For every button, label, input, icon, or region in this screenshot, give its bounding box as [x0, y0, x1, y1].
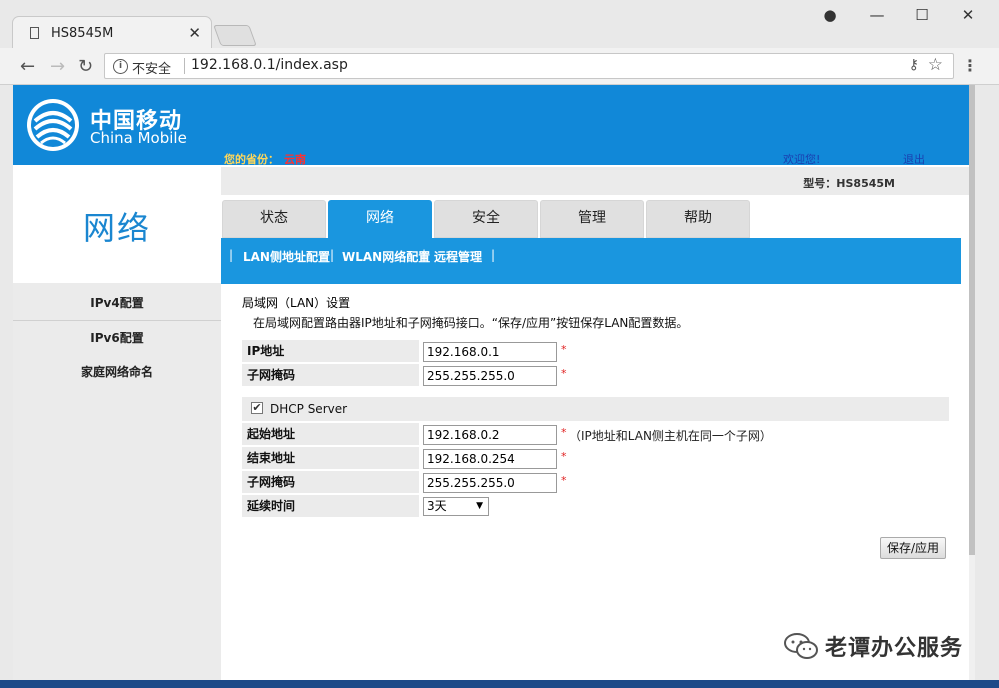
- menu-kebab-icon[interactable]: ⋮: [962, 56, 978, 75]
- start-address-label: 起始地址: [242, 423, 419, 445]
- tab-security[interactable]: 安全: [434, 200, 538, 238]
- scrollbar-thumb[interactable]: [969, 85, 975, 555]
- subnav-separator: |: [229, 248, 234, 262]
- new-tab-button[interactable]: [213, 25, 257, 46]
- end-address-input[interactable]: 192.168.0.254: [423, 449, 557, 469]
- page-viewport: 中国移动 China Mobile 您的省份： 云南 欢迎您! 退出 网络 IP…: [13, 85, 975, 680]
- tab-title: HS8545M: [51, 26, 114, 41]
- sub-navigation: | LAN侧地址配置 | WLAN网络配置 | 远程管理 |: [221, 238, 961, 284]
- section-description: 在局域网配置路由器IP地址和子网掩码接口。“保存/应用”按钮保存LAN配置数据。: [253, 316, 689, 330]
- key-icon[interactable]: ⚷: [909, 57, 919, 73]
- lease-time-select[interactable]: 3天 ▼: [423, 497, 489, 516]
- lease-time-label: 延续时间: [242, 495, 419, 517]
- subnav-lan-address[interactable]: LAN侧地址配置: [243, 248, 330, 265]
- browser-window: HS8545M ✕ ● — ☐ ✕ ← → ↻ i 不安全 192.168.0.…: [0, 0, 999, 688]
- subnav-separator: |: [330, 248, 335, 262]
- bookmark-star-icon[interactable]: ☆: [928, 55, 943, 75]
- sidebar-title-box: 网络: [13, 165, 221, 283]
- tab-management[interactable]: 管理: [540, 200, 644, 238]
- reload-icon[interactable]: ↻: [78, 56, 93, 77]
- profile-icon[interactable]: ●: [815, 6, 845, 24]
- tab-strip: HS8545M ✕ ● — ☐ ✕: [0, 0, 999, 50]
- desktop-background-strip: [0, 680, 999, 688]
- required-mark: *: [561, 426, 567, 439]
- not-secure-label: 不安全: [132, 62, 172, 77]
- subnet-mask-label: 子网掩码: [242, 364, 419, 386]
- ip-subnet-note: （IP地址和LAN侧主机在同一个子网）: [569, 429, 772, 443]
- required-mark: *: [561, 474, 567, 487]
- sidebar-item-home-network-name[interactable]: 家庭网络命名: [13, 355, 221, 389]
- tab-help[interactable]: 帮助: [646, 200, 750, 238]
- subnav-wlan[interactable]: WLAN网络配置: [342, 248, 430, 265]
- model-bar: 型号：HS8545M: [221, 167, 969, 195]
- dhcp-subnet-mask-label: 子网掩码: [242, 471, 419, 493]
- address-separator: [184, 58, 185, 74]
- subnav-separator: |: [491, 248, 496, 262]
- required-mark: *: [561, 450, 567, 463]
- sidebar-item-ipv4[interactable]: IPv4配置: [13, 286, 221, 321]
- save-apply-button[interactable]: 保存/应用: [880, 537, 946, 559]
- logo-english-text: China Mobile: [90, 129, 187, 147]
- ip-address-input[interactable]: 192.168.0.1: [423, 342, 557, 362]
- browser-tab[interactable]: HS8545M ✕: [12, 16, 212, 50]
- watermark: 老谭办公服务: [783, 628, 973, 664]
- tab-network[interactable]: 网络: [328, 200, 432, 238]
- browser-toolbar: ← → ↻ i 不安全 192.168.0.1/index.asp ⚷ ☆ ⋮: [0, 48, 999, 85]
- dhcp-server-checkbox[interactable]: ✔: [251, 402, 263, 414]
- page-scrollbar[interactable]: [969, 85, 975, 680]
- sidebar-title: 网络: [82, 209, 151, 247]
- sidebar-item-ipv6[interactable]: IPv6配置: [13, 321, 221, 355]
- close-tab-icon[interactable]: ✕: [188, 24, 201, 42]
- subnav-separator: |: [422, 248, 427, 262]
- forward-icon[interactable]: →: [50, 56, 65, 77]
- page-header: 中国移动 China Mobile 您的省份： 云南 欢迎您! 退出: [13, 85, 969, 167]
- lease-time-value: 3天: [427, 499, 447, 513]
- close-window-icon[interactable]: ✕: [953, 6, 983, 24]
- ip-address-label: IP地址: [242, 340, 419, 362]
- maximize-icon[interactable]: ☐: [907, 6, 937, 24]
- logout-link[interactable]: 退出: [903, 151, 925, 167]
- address-bar[interactable]: i 不安全 192.168.0.1/index.asp ⚷ ☆: [104, 53, 954, 79]
- minimize-icon[interactable]: —: [862, 6, 892, 24]
- back-icon[interactable]: ←: [20, 56, 35, 77]
- dhcp-server-label: DHCP Server: [270, 402, 348, 416]
- tab-status[interactable]: 状态: [222, 200, 326, 238]
- section-title: 局域网（LAN）设置: [242, 296, 351, 310]
- subnet-mask-input[interactable]: 255.255.255.0: [423, 366, 557, 386]
- sidebar: 网络 IPv4配置 IPv6配置 家庭网络命名: [13, 165, 221, 680]
- dropdown-arrow-icon: ▼: [476, 501, 483, 511]
- dhcp-subnet-mask-input[interactable]: 255.255.255.0: [423, 473, 557, 493]
- welcome-text: 欢迎您!: [783, 153, 821, 166]
- required-mark: *: [561, 367, 567, 380]
- china-mobile-logo-icon: [27, 99, 79, 151]
- province-value: 云南: [284, 153, 306, 166]
- province-label: 您的省份：: [224, 153, 279, 166]
- info-icon[interactable]: i: [113, 59, 128, 74]
- required-mark: *: [561, 343, 567, 356]
- end-address-label: 结束地址: [242, 447, 419, 469]
- start-address-input[interactable]: 192.168.0.2: [423, 425, 557, 445]
- url-text[interactable]: 192.168.0.1/index.asp: [191, 57, 348, 73]
- dhcp-server-row: ✔ DHCP Server: [242, 397, 949, 421]
- model-label: 型号：HS8545M: [803, 177, 895, 190]
- document-icon: [30, 27, 39, 39]
- subnav-remote-management[interactable]: 远程管理: [434, 248, 482, 265]
- watermark-text: 老谭办公服务: [825, 636, 964, 661]
- wechat-icon: [784, 633, 818, 659]
